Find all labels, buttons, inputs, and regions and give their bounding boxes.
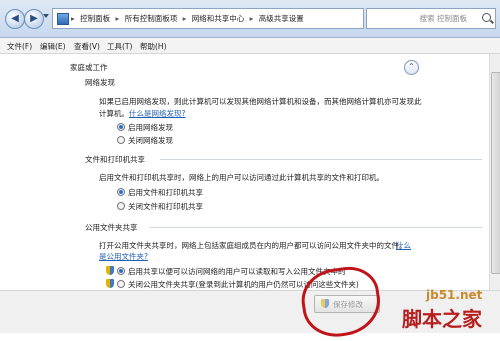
radio-network-discovery-on[interactable]	[117, 123, 125, 131]
section-divider	[150, 227, 482, 228]
radio-public-folder-on[interactable]	[117, 267, 125, 275]
public-folder-heading: 公用文件夹共享	[85, 223, 138, 232]
menu-file[interactable]: 文件(F)	[7, 41, 32, 52]
public-folder-on-label[interactable]: 启用共享以便可以访问网络的用户可以读取和写入公用文件夹中的	[128, 266, 346, 277]
network-discovery-desc: 如果已启用网络发现，则此计算机可以发现其他网络计算机和设备，而其他网络计算机亦可…	[99, 97, 422, 106]
network-discovery-off-label[interactable]: 关闭网络发现	[128, 135, 173, 146]
breadcrumb-advanced-sharing[interactable]: 高级共享设置	[259, 14, 304, 23]
menu-help[interactable]: 帮助(H)	[140, 41, 167, 52]
breadcrumb-all-items[interactable]: 所有控制面板项	[125, 14, 178, 23]
uac-shield-icon	[106, 266, 114, 275]
network-discovery-on-label[interactable]: 启用网络发现	[128, 122, 173, 133]
menu-bar: 文件(F) 编辑(E) 查看(V) 工具(T) 帮助(H)	[0, 38, 500, 54]
file-printer-on-label[interactable]: 启用文件和打印机共享	[128, 187, 203, 198]
scrollbar-thumb[interactable]	[491, 72, 500, 274]
network-discovery-heading: 网络发现	[85, 78, 115, 87]
uac-shield-icon	[106, 279, 114, 288]
menu-edit[interactable]: 编辑(E)	[40, 41, 66, 52]
breadcrumb-network-center[interactable]: 网络和共享中心	[192, 14, 245, 23]
profile-title: 家庭或工作	[70, 63, 108, 72]
radio-public-folder-off[interactable]	[117, 280, 125, 288]
file-printer-heading: 文件和打印机共享	[85, 155, 145, 164]
address-box[interactable]: ▸ 控制面板 ▸ 所有控制面板项 ▸ 网络和共享中心 ▸ 高级共享设置	[52, 8, 364, 29]
public-folder-help-link-cont[interactable]: 是公用文件夹?	[99, 251, 148, 262]
search-placeholder: 搜索 控制面板	[419, 14, 467, 23]
breadcrumb-control-panel[interactable]: 控制面板	[80, 14, 110, 23]
radio-network-discovery-off[interactable]	[117, 136, 125, 144]
collapse-chevron-icon[interactable]: ⌃	[404, 60, 419, 75]
radio-file-printer-on[interactable]	[117, 188, 125, 196]
network-discovery-help-link[interactable]: 什么是网络发现?	[129, 108, 185, 119]
recent-pages-dropdown[interactable]	[43, 14, 49, 18]
menu-tools[interactable]: 工具(T)	[107, 41, 132, 52]
back-button[interactable]: ◀	[5, 9, 25, 29]
forward-button[interactable]: ▶	[24, 9, 44, 29]
watermark-site: jb51.net	[426, 288, 483, 302]
radio-file-printer-off[interactable]	[117, 202, 125, 210]
public-folder-help-link[interactable]: 什么	[396, 240, 411, 251]
settings-content: 家庭或工作 ⌃ 网络发现 如果已启用网络发现，则此计算机可以发现其他网络计算机和…	[0, 54, 500, 290]
address-bar-area: ◀ ▶ ▸ 控制面板 ▸ 所有控制面板项 ▸ 网络和共享中心 ▸ 高级共享设置 …	[0, 0, 500, 38]
menu-view[interactable]: 查看(V)	[74, 41, 100, 52]
public-folder-desc: 打开公用文件夹共享时，网络上包括家庭组成员在内的用户都可以访问公用文件夹中的文件…	[99, 241, 407, 250]
section-divider	[160, 159, 482, 160]
file-printer-desc: 启用文件和打印机共享时，网络上的用户可以访问通过此计算机共享的文件和打印机。	[99, 173, 384, 182]
file-printer-off-label[interactable]: 关闭文件和打印机共享	[128, 201, 203, 212]
network-discovery-desc-cont: 计算机。	[99, 109, 129, 118]
search-box[interactable]: 搜索 控制面板	[366, 8, 496, 29]
control-panel-icon	[57, 13, 69, 25]
vertical-scrollbar[interactable]	[489, 54, 500, 290]
search-icon[interactable]	[482, 13, 491, 22]
watermark-text: 脚本之家	[402, 307, 482, 331]
